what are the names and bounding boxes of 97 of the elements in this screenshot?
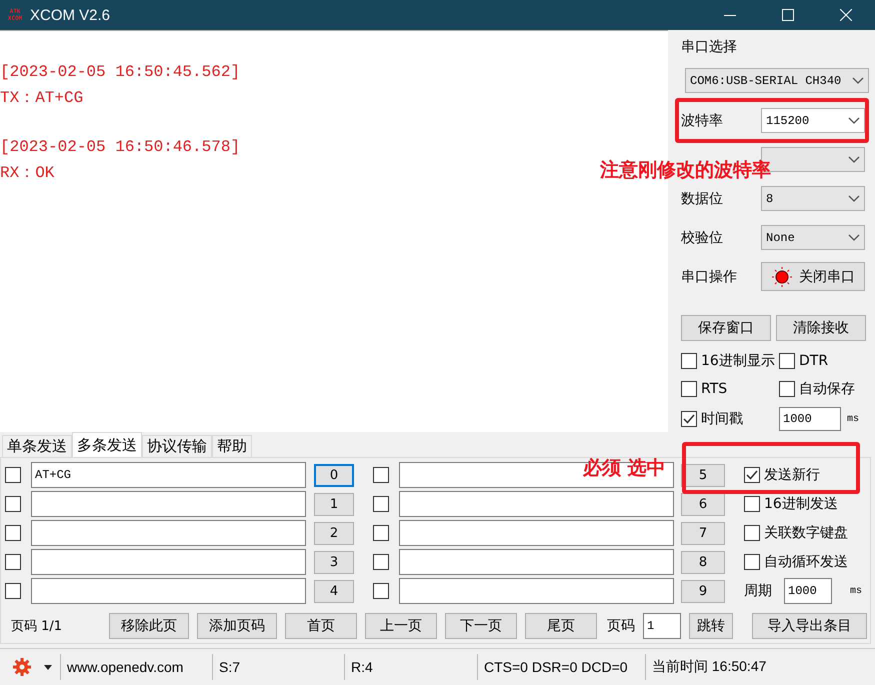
send-button[interactable]: 2 (314, 522, 354, 544)
page-button[interactable]: 移除此页 (109, 613, 189, 639)
period-field[interactable]: 1000 (784, 578, 832, 604)
send-text-field[interactable] (31, 520, 306, 546)
checkbox[interactable] (744, 496, 760, 512)
sent-count: S:7 (212, 654, 344, 680)
page-info: 页码 1/1 (11, 618, 64, 635)
checkbox[interactable] (373, 496, 389, 512)
page-button[interactable]: 尾页 (525, 613, 597, 639)
led-icon (771, 266, 793, 288)
checkbox[interactable] (744, 525, 760, 541)
option-label: 关联数字键盘 (764, 524, 848, 542)
page-field[interactable]: 1 (643, 613, 681, 639)
checkbox[interactable] (373, 554, 389, 570)
send-button[interactable]: 3 (314, 550, 354, 574)
send-text-field[interactable] (31, 578, 306, 604)
option-label: 自动保存 (799, 380, 855, 398)
signal-status: CTS=0 DSR=0 DCD=0 (477, 654, 645, 680)
option-label: DTR (799, 353, 828, 369)
option-label: 自动循环发送 (764, 553, 848, 571)
checkbox[interactable] (5, 467, 21, 483)
checkbox[interactable] (779, 381, 795, 397)
page-button[interactable]: 首页 (285, 613, 357, 639)
send-text-field[interactable] (31, 549, 306, 575)
send-text-field[interactable] (399, 578, 674, 604)
page-button[interactable]: 添加页码 (197, 613, 277, 639)
option-label: 16进制显示 (701, 352, 775, 370)
data-text: TX：AT+CG (0, 88, 84, 109)
option-label: 16进制发送 (764, 495, 838, 513)
panel-button[interactable]: 清除接收 (776, 315, 866, 341)
checkbox[interactable] (681, 353, 697, 369)
checkbox[interactable] (744, 554, 760, 570)
setting-label: 校验位 (681, 228, 724, 246)
option-label: 时间戳 (701, 410, 743, 428)
send-button[interactable]: 9 (681, 580, 725, 602)
annotation-text: 必须 选中 (583, 456, 666, 481)
checkbox[interactable] (373, 583, 389, 599)
timestamp-text: [2023-02-05 16:50:45.562] (0, 62, 240, 83)
data-text: RX：OK (0, 163, 54, 184)
setting-label: 数据位 (681, 190, 724, 208)
send-text-field[interactable] (399, 520, 674, 546)
checkbox[interactable] (681, 381, 697, 397)
send-text-field[interactable] (31, 491, 306, 517)
maximize-icon (782, 9, 794, 21)
jump-button[interactable]: 跳转 (689, 613, 733, 639)
minimize-icon (724, 14, 736, 16)
checkbox[interactable] (5, 496, 21, 512)
setting-select[interactable]: None (761, 225, 865, 250)
timestamp-text: [2023-02-05 16:50:46.578] (0, 137, 240, 158)
setting-label: 波特率 (681, 112, 724, 130)
setting-select[interactable]: 8 (761, 186, 865, 211)
gear-icon[interactable] (12, 657, 32, 677)
page-button[interactable]: 下一页 (445, 613, 517, 639)
send-text-field[interactable] (399, 549, 674, 575)
tab[interactable]: 帮助 (212, 435, 252, 457)
setting-select[interactable]: 115200 (761, 108, 865, 133)
option-label: RTS (701, 381, 728, 397)
checkbox[interactable] (373, 525, 389, 541)
send-text-field[interactable]: AT+CG (31, 462, 306, 488)
received-count: R:4 (344, 654, 477, 680)
panel-button[interactable]: 保存窗口 (681, 315, 771, 341)
tab[interactable]: 协议传输 (142, 435, 212, 457)
period-label: 周期 (744, 582, 772, 600)
annotation-text: 注意刚修改的波特率 (600, 158, 771, 183)
send-button[interactable]: 1 (314, 492, 354, 516)
interval-field[interactable]: 1000 (779, 407, 841, 431)
operation-label: 串口操作 (681, 268, 738, 286)
close-icon (840, 9, 852, 21)
port-label: 串口选择 (681, 38, 738, 57)
import-export-button[interactable]: 导入导出条目 (752, 613, 867, 639)
send-button[interactable]: 5 (681, 464, 725, 486)
checkbox[interactable] (5, 525, 21, 541)
checkbox[interactable] (373, 467, 389, 483)
current-time: 当前时间 16:50:47 (645, 654, 825, 680)
checkbox[interactable] (681, 411, 697, 427)
window-title: XCOM V2.6 (30, 6, 112, 24)
page-button[interactable]: 上一页 (365, 613, 437, 639)
page-label: 页码 (607, 617, 635, 635)
send-button[interactable]: 4 (314, 580, 354, 602)
option-label: 发送新行 (764, 466, 820, 484)
checkbox[interactable] (779, 353, 795, 369)
unit-label: ms (850, 586, 862, 596)
port-select[interactable]: COM6:USB-SERIAL CH340 (685, 68, 869, 93)
checkbox[interactable] (5, 583, 21, 599)
send-button[interactable]: 0 (314, 464, 354, 486)
checkbox[interactable] (5, 554, 21, 570)
send-button[interactable]: 6 (681, 492, 725, 516)
unit-label: ms (847, 414, 860, 424)
caret-icon[interactable] (44, 664, 52, 670)
send-button[interactable]: 7 (681, 522, 725, 544)
checkbox[interactable] (744, 467, 760, 483)
send-button[interactable]: 8 (681, 550, 725, 574)
send-text-field[interactable] (399, 491, 674, 517)
tab[interactable]: 多条发送 (72, 432, 142, 457)
website-text: www.openedv.com (60, 654, 212, 680)
tab[interactable]: 单条发送 (2, 435, 72, 457)
close-port-button[interactable]: 关闭串口 (761, 262, 865, 291)
